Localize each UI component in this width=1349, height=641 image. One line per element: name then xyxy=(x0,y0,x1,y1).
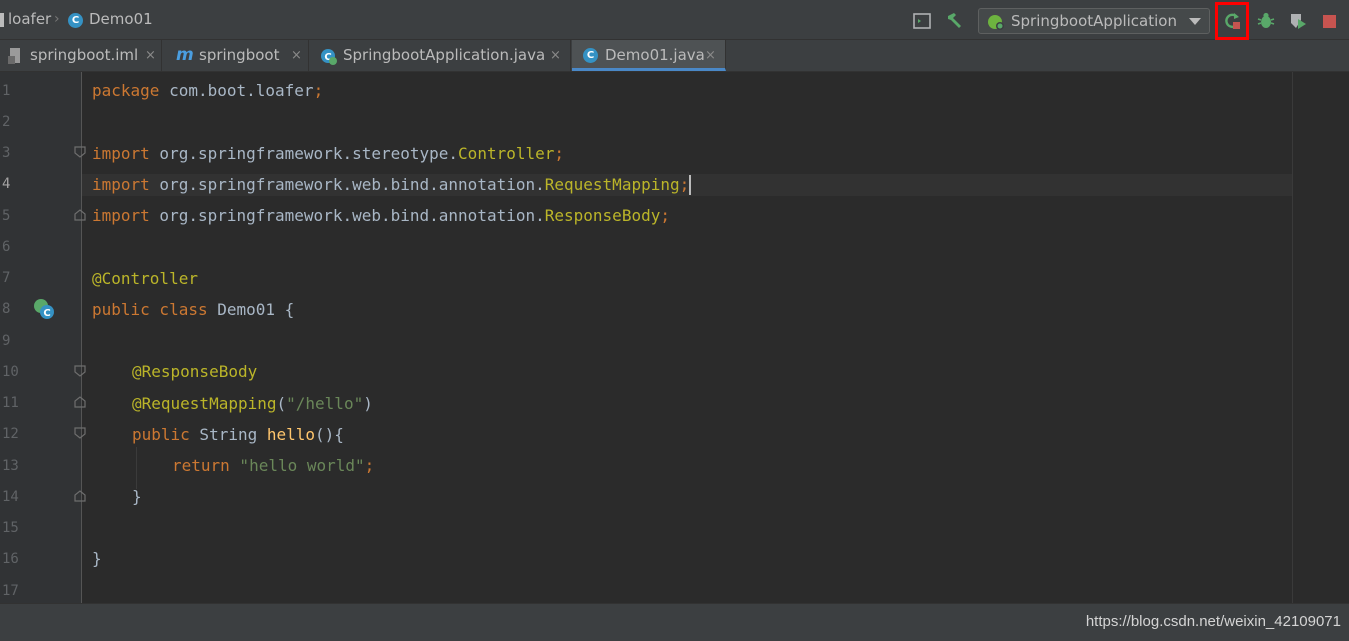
fold-end-icon[interactable] xyxy=(73,208,87,222)
line-number: 7 xyxy=(2,270,11,286)
fold-icon[interactable] xyxy=(73,364,87,378)
code-line-7: @Controller xyxy=(92,269,198,288)
line-number: 17 xyxy=(2,583,19,599)
line-number: 5 xyxy=(2,208,11,224)
code-line-3: import org.springframework.stereotype.Co… xyxy=(92,144,565,163)
code-line-10: @ResponseBody xyxy=(132,362,258,381)
code-line-8: public class Demo01 { xyxy=(92,300,295,319)
line-number: 14 xyxy=(2,489,19,505)
module-file-icon xyxy=(8,48,20,64)
line-number: 13 xyxy=(2,458,19,474)
code-line-1: package com.boot.loafer; xyxy=(92,81,324,100)
editor-tab-bar: springboot.iml × m springboot × C Spring… xyxy=(0,40,1349,72)
line-number: 6 xyxy=(2,239,11,255)
fold-icon[interactable] xyxy=(73,145,87,159)
line-number: 11 xyxy=(2,395,19,411)
class-icon: C xyxy=(68,13,83,28)
line-number: 3 xyxy=(2,145,11,161)
tab-springbootapplication-java[interactable]: C SpringbootApplication.java × xyxy=(310,40,571,71)
right-margin-guide xyxy=(1292,72,1293,603)
run-with-coverage-icon[interactable] xyxy=(1288,11,1308,31)
spring-class-icon: C xyxy=(321,49,337,65)
close-icon[interactable]: × xyxy=(291,40,302,71)
indent-guide xyxy=(136,447,137,489)
code-editor[interactable]: 1 2 3 4 5 6 7 8 9 10 11 12 13 14 15 16 1… xyxy=(0,72,1349,603)
status-bar: https://blog.csdn.net/weixin_42109071 xyxy=(0,603,1349,641)
fold-icon[interactable] xyxy=(73,426,87,440)
code-line-12: public String hello(){ xyxy=(132,425,344,444)
debug-bug-icon[interactable] xyxy=(1256,11,1276,31)
tab-label: springboot.iml xyxy=(30,46,139,64)
close-icon[interactable]: × xyxy=(705,40,716,71)
line-number: 2 xyxy=(2,114,11,130)
tab-demo01-java[interactable]: C Demo01.java × xyxy=(572,40,726,71)
line-number: 12 xyxy=(2,426,19,442)
code-line-13: return "hello world"; xyxy=(172,456,375,475)
tab-label: springboot xyxy=(199,46,280,64)
line-number: 1 xyxy=(2,83,11,99)
chevron-down-icon xyxy=(1189,18,1201,25)
watermark-text: https://blog.csdn.net/weixin_42109071 xyxy=(1085,613,1341,630)
code-line-4: import org.springframework.web.bind.anno… xyxy=(92,175,692,195)
breadcrumb-file[interactable]: Demo01 xyxy=(89,10,153,28)
stop-icon[interactable] xyxy=(1323,15,1336,28)
navigation-bar: loafer › C Demo01 SpringbootApplication xyxy=(0,0,1349,40)
tab-label: Demo01.java xyxy=(605,46,705,64)
code-line-11: @RequestMapping("/hello") xyxy=(132,394,373,413)
line-number: 16 xyxy=(2,551,19,567)
breadcrumb-separator-icon: › xyxy=(54,11,60,27)
tab-springboot-iml[interactable]: springboot.iml × xyxy=(0,40,162,71)
svg-text:C: C xyxy=(43,308,50,319)
spring-boot-icon xyxy=(988,15,1004,30)
terminal-icon[interactable] xyxy=(912,11,932,31)
close-icon[interactable]: × xyxy=(550,40,561,71)
text-cursor xyxy=(689,175,692,195)
run-configuration-label: SpringbootApplication xyxy=(1011,12,1177,30)
tab-springboot-maven[interactable]: m springboot × xyxy=(163,40,309,71)
class-icon: C xyxy=(583,48,598,63)
code-line-14: } xyxy=(132,487,142,506)
line-number: 8 xyxy=(2,301,11,317)
breadcrumb-project[interactable]: loafer xyxy=(8,10,51,28)
close-icon[interactable]: × xyxy=(145,40,156,71)
run-configuration-select[interactable]: SpringbootApplication xyxy=(978,8,1210,34)
tab-label: SpringbootApplication.java xyxy=(343,46,546,64)
code-line-5: import org.springframework.web.bind.anno… xyxy=(92,206,670,225)
line-number: 15 xyxy=(2,520,19,536)
project-icon xyxy=(0,13,4,27)
line-number: 9 xyxy=(2,333,11,349)
code-line-16: } xyxy=(92,549,102,568)
spring-bean-gutter-icon[interactable]: C xyxy=(33,298,55,320)
fold-end-icon[interactable] xyxy=(73,489,87,503)
fold-end-icon[interactable] xyxy=(73,395,87,409)
build-hammer-icon[interactable] xyxy=(944,11,964,31)
line-number: 4 xyxy=(2,176,11,192)
line-number: 10 xyxy=(2,364,19,380)
maven-icon: m xyxy=(176,45,194,65)
rerun-icon[interactable] xyxy=(1222,11,1242,31)
